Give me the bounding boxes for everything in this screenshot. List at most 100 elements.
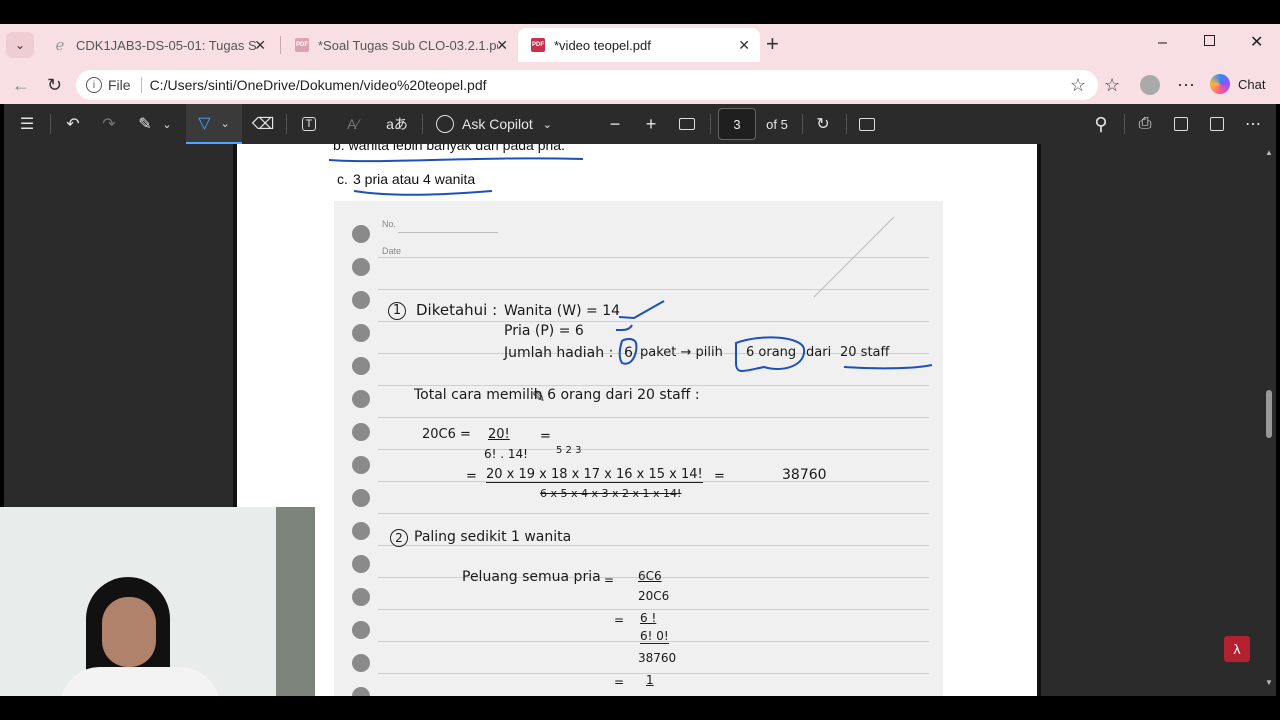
p-num3: 1 bbox=[646, 673, 654, 687]
option-c-letter: c. bbox=[337, 171, 348, 187]
address-bar[interactable]: i File C:/Users/sinti/OneDrive/Dokumen/v… bbox=[76, 70, 1098, 100]
webcam-door bbox=[276, 507, 315, 696]
section-1-number: 1 bbox=[388, 302, 406, 320]
result-value: 38760 bbox=[782, 467, 827, 483]
favorites-icon[interactable]: ☆ bbox=[1104, 75, 1120, 95]
redo-icon[interactable]: ↷ bbox=[96, 104, 122, 144]
scroll-down-arrow-icon[interactable]: ▼ bbox=[1265, 678, 1273, 687]
p-num2: 6 ! bbox=[640, 611, 657, 625]
cancel-marks: 5 2 3 bbox=[556, 445, 582, 456]
eraser-icon[interactable]: ⌫ bbox=[250, 104, 276, 144]
chevron-down-icon: ⌄ bbox=[542, 118, 553, 131]
copilot-icon bbox=[1210, 74, 1230, 94]
wanita-text: Wanita (W) = 14 bbox=[504, 303, 621, 319]
pdf-toolbar: ☰ ↶ ↷ ✎ ⌄ ▽ ⌄ ⌫ T A⁄ aあ Ask Copilot ⌄ − … bbox=[4, 104, 1276, 144]
minimize-button[interactable]: – bbox=[1158, 34, 1167, 52]
expand-denominator: 6 x 5 x 4 x 3 x 2 x 1 x 14! bbox=[540, 487, 682, 500]
no-label: No. bbox=[382, 219, 397, 229]
p-eq2: = bbox=[614, 613, 625, 627]
scroll-thumb[interactable] bbox=[1266, 390, 1272, 438]
print-icon[interactable]: ⎙ bbox=[1132, 104, 1158, 144]
peluang-text: Peluang semua pria bbox=[462, 569, 601, 585]
tab-video-teopel[interactable]: PDF *video teopel.pdf ✕ bbox=[518, 28, 760, 62]
result-eq: = bbox=[714, 469, 725, 484]
info-icon: i bbox=[86, 77, 102, 93]
webcam-overlay bbox=[0, 507, 315, 696]
total-cara-text: Total cara memilih 6 orang dari 20 staff… bbox=[414, 387, 700, 403]
save-as-icon[interactable] bbox=[1204, 104, 1230, 144]
window-close-button[interactable]: ✕ bbox=[1250, 32, 1263, 52]
ask-copilot-button[interactable]: Ask Copilot ⌄ bbox=[434, 104, 554, 144]
person-shirt bbox=[60, 667, 220, 696]
profile-avatar[interactable] bbox=[1140, 75, 1160, 95]
chevron-down-icon: ⌄ bbox=[14, 38, 26, 52]
option-c-text: 3 pria atau 4 wanita bbox=[353, 171, 476, 187]
url-text: C:/Users/sinti/OneDrive/Dokumen/video%20… bbox=[149, 77, 487, 93]
close-icon[interactable]: ✕ bbox=[738, 37, 750, 54]
pen-cursor-icon: ✎ bbox=[532, 389, 546, 406]
rotate-icon[interactable]: ↻ bbox=[810, 104, 836, 144]
page-number-input[interactable]: 3 bbox=[718, 108, 756, 140]
text-format-icon[interactable]: A⁄ bbox=[340, 104, 366, 144]
tab-title: CDK1JAB3-DS-05-01: Tugas Sub C bbox=[76, 37, 256, 53]
person-face bbox=[102, 597, 156, 667]
restore-button[interactable] bbox=[1204, 35, 1215, 46]
ask-copilot-label: Ask Copilot bbox=[461, 116, 533, 132]
date-label: Date bbox=[382, 246, 402, 256]
zoom-out-icon[interactable]: − bbox=[602, 104, 628, 144]
new-tab-button[interactable]: + bbox=[766, 32, 779, 56]
paling-text: Paling sedikit 1 wanita bbox=[414, 529, 572, 545]
copilot-outline-icon bbox=[435, 115, 454, 133]
close-icon[interactable]: ✕ bbox=[254, 37, 266, 54]
pdf-icon: PDF bbox=[530, 37, 546, 53]
section-2-number: 2 bbox=[390, 529, 408, 547]
notebook-photo: No. Date 1 Diketahui : Wanita (W) = 14 P… bbox=[334, 201, 943, 696]
p-eq1: = bbox=[604, 573, 615, 587]
tab-title: *Soal Tugas Sub CLO-03.2.1.pdf bbox=[318, 37, 498, 53]
contents-icon[interactable]: ☰ bbox=[14, 104, 40, 144]
comb-lhs: 20C6 = bbox=[422, 427, 471, 442]
acrobat-icon[interactable]: λ bbox=[1224, 636, 1250, 662]
jumlah-hadiah-text: Jumlah hadiah : bbox=[504, 345, 614, 361]
tab-list-button[interactable]: ⌄ bbox=[6, 32, 34, 58]
address-divider bbox=[140, 77, 142, 93]
fit-page-icon[interactable] bbox=[674, 104, 700, 144]
p-eq3: = bbox=[614, 675, 625, 689]
search-icon[interactable]: ⚲ bbox=[1088, 104, 1114, 144]
favorite-star-icon[interactable]: ☆ bbox=[1070, 75, 1086, 96]
highlight-icon[interactable]: ✎ bbox=[132, 104, 158, 144]
expand-eq: = bbox=[466, 469, 477, 484]
undo-icon[interactable]: ↶ bbox=[60, 104, 86, 144]
vertical-scrollbar[interactable]: ▲ ▼ bbox=[1262, 148, 1276, 692]
copilot-chat-button[interactable]: Chat bbox=[1210, 74, 1265, 94]
highlight-dropdown-chevron-icon[interactable]: ⌄ bbox=[160, 104, 174, 144]
draw-icon[interactable]: ▽ ⌄ bbox=[186, 104, 242, 144]
tab-title: *video teopel.pdf bbox=[554, 37, 651, 53]
comb-numerator: 20! bbox=[488, 427, 510, 442]
tab-tugas[interactable]: ℯ CDK1JAB3-DS-05-01: Tugas Sub C ✕ bbox=[40, 28, 276, 62]
zoom-in-icon[interactable]: + bbox=[638, 104, 664, 144]
more-tools-icon[interactable]: ⋯ bbox=[1240, 104, 1266, 144]
scroll-up-arrow-icon[interactable]: ▲ bbox=[1265, 148, 1273, 157]
p-num1: 6C6 bbox=[638, 569, 662, 583]
navigation-bar: ← ↻ i File C:/Users/sinti/OneDrive/Dokum… bbox=[0, 66, 1280, 104]
save-icon[interactable] bbox=[1168, 104, 1194, 144]
option-b: b. wanita lebih banyak dari pada pria. bbox=[333, 144, 565, 153]
comb-denominator: 6! . 14! bbox=[484, 447, 528, 461]
p-den2: 6! 0! bbox=[640, 629, 669, 644]
close-icon[interactable]: ✕ bbox=[496, 37, 508, 54]
p-den3: 38760 bbox=[638, 651, 677, 665]
diketahui-text: Diketahui : bbox=[416, 301, 498, 319]
more-options-icon[interactable]: ⋯ bbox=[1177, 75, 1195, 95]
refresh-icon[interactable]: ↻ bbox=[47, 75, 62, 95]
text-box-icon[interactable]: T bbox=[296, 104, 322, 144]
page-total: of 5 bbox=[766, 116, 788, 132]
pdf-page: b. wanita lebih banyak dari pada pria. c… bbox=[233, 144, 1041, 696]
p-den1: 20C6 bbox=[638, 589, 670, 603]
read-aloud-icon[interactable]: aあ bbox=[384, 104, 410, 144]
edge-e-icon: ℯ bbox=[55, 37, 65, 54]
back-arrow-icon[interactable]: ← bbox=[12, 75, 30, 95]
file-label: File bbox=[108, 77, 131, 93]
tab-soal[interactable]: PDF *Soal Tugas Sub CLO-03.2.1.pdf ✕ bbox=[282, 28, 518, 62]
page-view-icon[interactable] bbox=[854, 104, 880, 144]
